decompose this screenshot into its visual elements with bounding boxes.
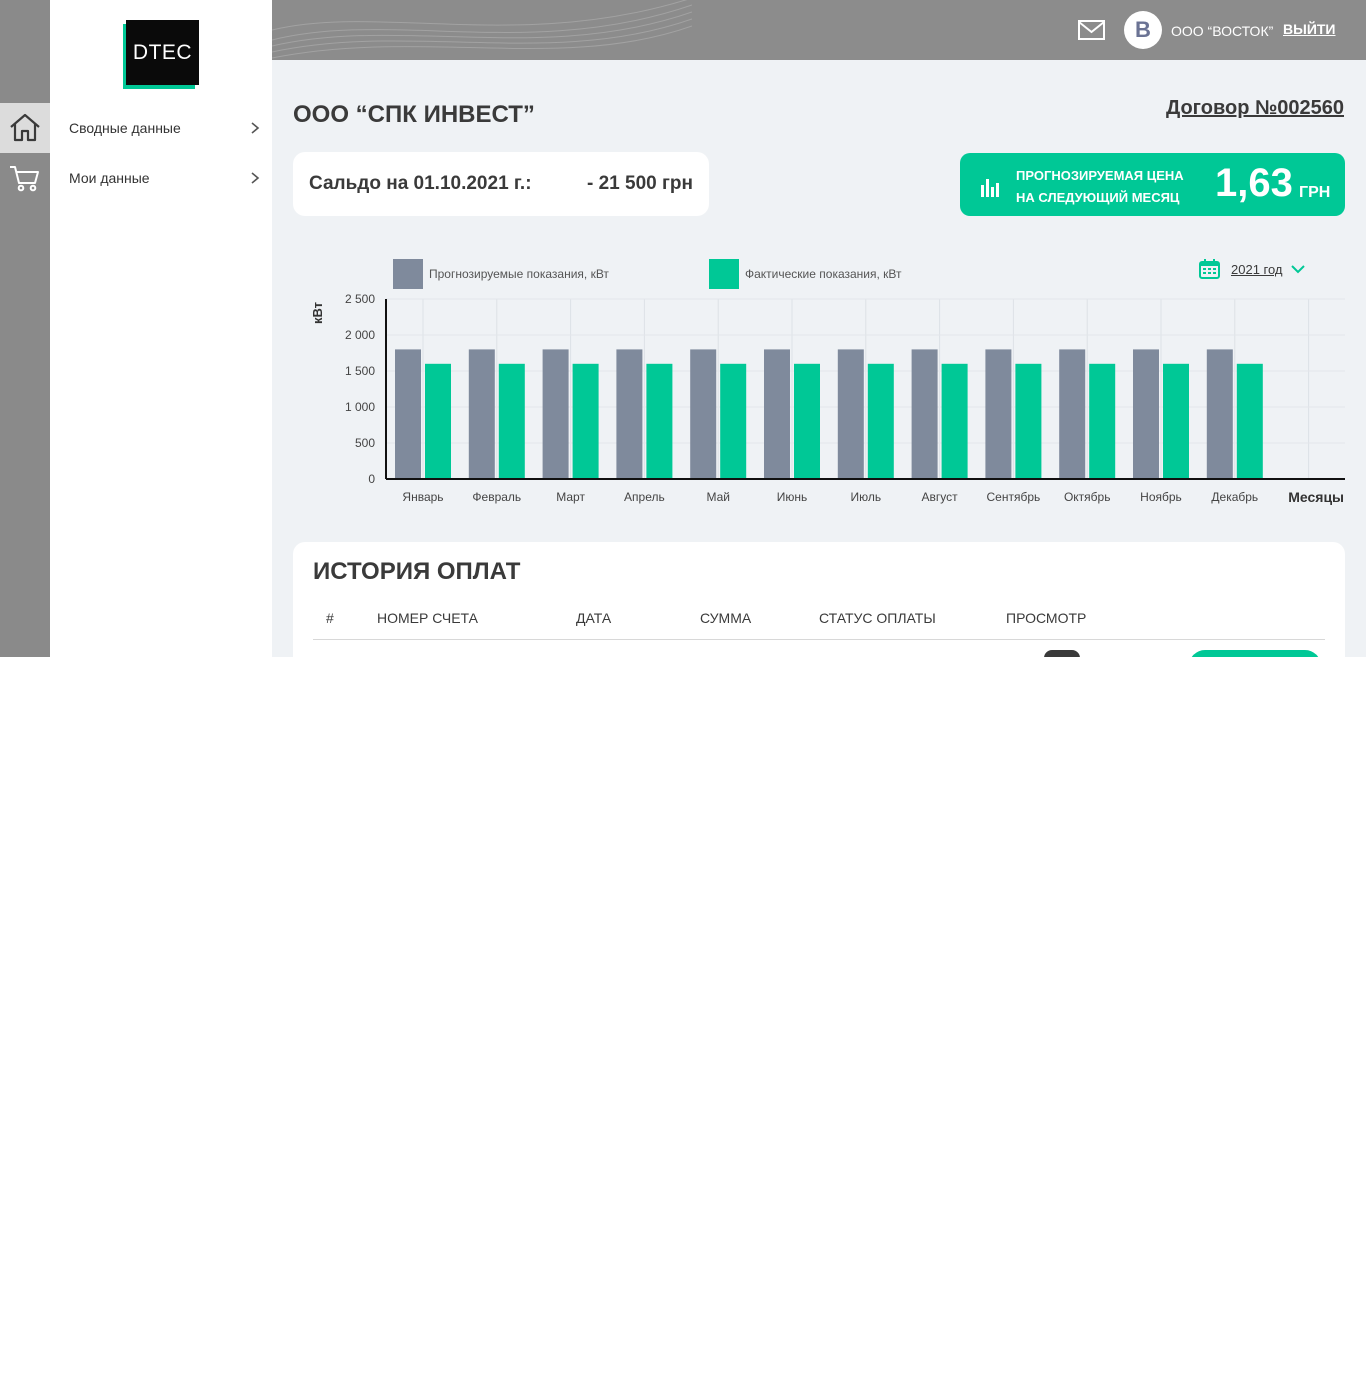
bar-actual bbox=[720, 363, 747, 479]
contract-link[interactable]: Договор №002560 bbox=[1166, 97, 1344, 120]
sidebar-item-my-data[interactable]: Мои данные bbox=[50, 153, 272, 203]
bar-actual bbox=[572, 363, 599, 479]
saldo-value: - 21 500 грн bbox=[587, 173, 693, 194]
forecast-currency: ГРН bbox=[1299, 184, 1331, 201]
y-tick-label: 1 500 bbox=[345, 364, 375, 378]
forecast-price-card: ПРОГНОЗИРУЕМАЯ ЦЕНА НА СЛЕДУЮЩИЙ МЕСЯЦ 1… bbox=[960, 153, 1345, 216]
x-tick-label: Октябрь bbox=[1064, 490, 1111, 504]
bar-actual bbox=[794, 363, 820, 479]
x-tick-label: Ноябрь bbox=[1140, 490, 1182, 504]
x-tick-label: Март bbox=[556, 490, 585, 504]
sidebar-item-label: Сводные данные bbox=[69, 120, 181, 136]
sidebar-item-summary[interactable]: Сводные данные bbox=[50, 103, 272, 153]
forecast-value: 1,63 bbox=[1215, 161, 1293, 205]
column-header-invoice: НОМЕР СЧЕТА bbox=[377, 610, 478, 626]
bar-forecast bbox=[837, 349, 864, 479]
bar-forecast bbox=[1133, 349, 1159, 479]
column-header-index: # bbox=[326, 610, 334, 626]
x-tick-label: Май bbox=[706, 490, 730, 504]
chevron-right-icon bbox=[251, 122, 260, 134]
sidebar: DTEC Сводные данные Мои данные bbox=[50, 0, 272, 657]
user-name: ООО “ВОСТОК” bbox=[1171, 23, 1274, 39]
y-tick-label: 0 bbox=[368, 472, 375, 486]
history-title: ИСТОРИЯ ОПЛАТ bbox=[313, 558, 521, 585]
bar-forecast bbox=[985, 349, 1012, 479]
page-title: ООО “СПК ИНВЕСТ” bbox=[293, 101, 535, 128]
x-tick-label: Апрель bbox=[624, 490, 665, 504]
column-header-amount: СУММА bbox=[700, 610, 752, 626]
mail-icon[interactable] bbox=[1078, 19, 1105, 41]
bar-actual bbox=[646, 363, 673, 479]
bar-chart-icon bbox=[981, 179, 999, 197]
y-tick-label: 2 000 bbox=[345, 328, 375, 342]
payment-history-card: ИСТОРИЯ ОПЛАТ # НОМЕР СЧЕТА ДАТА СУММА С… bbox=[293, 542, 1345, 657]
header-wave-decoration bbox=[272, 0, 692, 59]
bar-forecast bbox=[764, 349, 790, 479]
x-tick-label: Август bbox=[922, 490, 959, 504]
legend-label-actual: Фактические показания, кВт bbox=[745, 267, 902, 281]
bar-forecast bbox=[616, 349, 643, 479]
app-window: DTEC Сводные данные Мои данные В ООО “ВО… bbox=[0, 0, 1366, 657]
bar-forecast bbox=[542, 349, 569, 479]
bar-actual bbox=[1089, 363, 1116, 479]
table-divider bbox=[313, 639, 1325, 640]
year-select[interactable]: 2021 год bbox=[1199, 259, 1305, 279]
x-tick-label: Декабрь bbox=[1211, 490, 1258, 504]
bar-forecast bbox=[468, 349, 495, 479]
x-tick-label: Июнь bbox=[777, 490, 808, 504]
bar-forecast bbox=[395, 349, 421, 479]
saldo-card: Сальдо на 01.10.2021 г.: - 21 500 грн bbox=[293, 152, 709, 216]
home-icon bbox=[10, 113, 40, 142]
x-tick-label: Сентябрь bbox=[987, 490, 1041, 504]
consumption-bar-chart: Январь Февраль Март Апрель Май Июнь Июль Август… bbox=[310, 292, 1345, 505]
bar-actual bbox=[941, 363, 968, 479]
pay-button[interactable] bbox=[1189, 650, 1321, 657]
bar-actual bbox=[425, 363, 451, 479]
view-invoice-button[interactable] bbox=[1044, 650, 1080, 657]
chevron-down-icon bbox=[1290, 265, 1305, 274]
bar-actual bbox=[1015, 363, 1042, 479]
x-axis-label: Месяцы bbox=[1288, 489, 1344, 505]
bar-actual bbox=[867, 363, 894, 479]
column-header-view: ПРОСМОТР bbox=[1006, 610, 1087, 626]
x-tick-label: Февраль bbox=[472, 490, 521, 504]
bar-forecast bbox=[1206, 349, 1233, 479]
saldo-label: Сальдо на 01.10.2021 г.: bbox=[309, 173, 532, 194]
rail-cart-button[interactable] bbox=[0, 153, 50, 203]
chevron-right-icon bbox=[251, 172, 260, 184]
avatar[interactable]: В bbox=[1124, 11, 1162, 49]
x-tick-label: Июль bbox=[850, 490, 881, 504]
bar-actual bbox=[1236, 363, 1263, 479]
calendar-icon bbox=[1199, 259, 1220, 279]
x-tick-label: Январь bbox=[402, 490, 443, 504]
logout-link[interactable]: ВЫЙТИ bbox=[1283, 21, 1336, 37]
y-tick-label: 500 bbox=[355, 436, 375, 450]
bar-forecast bbox=[911, 349, 938, 479]
bar-forecast bbox=[1059, 349, 1086, 479]
legend-label-forecast: Прогнозируемые показания, кВт bbox=[429, 267, 609, 281]
forecast-label: ПРОГНОЗИРУЕМАЯ ЦЕНА НА СЛЕДУЮЩИЙ МЕСЯЦ bbox=[1016, 168, 1184, 205]
sidebar-item-label: Мои данные bbox=[69, 170, 150, 186]
top-header: В ООО “ВОСТОК” ВЫЙТИ bbox=[272, 0, 1366, 60]
column-header-date: ДАТА bbox=[576, 610, 612, 626]
cart-icon bbox=[10, 166, 39, 192]
icon-rail bbox=[0, 0, 50, 657]
year-select-value: 2021 год bbox=[1231, 261, 1283, 277]
logo-text: DTEC bbox=[126, 20, 199, 85]
dtec-logo: DTEC bbox=[123, 20, 199, 89]
column-header-status: СТАТУС ОПЛАТЫ bbox=[819, 610, 936, 626]
bar-actual bbox=[498, 363, 525, 479]
y-tick-label: 1 000 bbox=[345, 400, 375, 414]
y-tick-label: 2 500 bbox=[345, 292, 375, 306]
rail-home-button[interactable] bbox=[0, 103, 50, 153]
bar-forecast bbox=[690, 349, 717, 479]
y-axis-label: кВт bbox=[310, 302, 325, 324]
bar-actual bbox=[1163, 363, 1189, 479]
